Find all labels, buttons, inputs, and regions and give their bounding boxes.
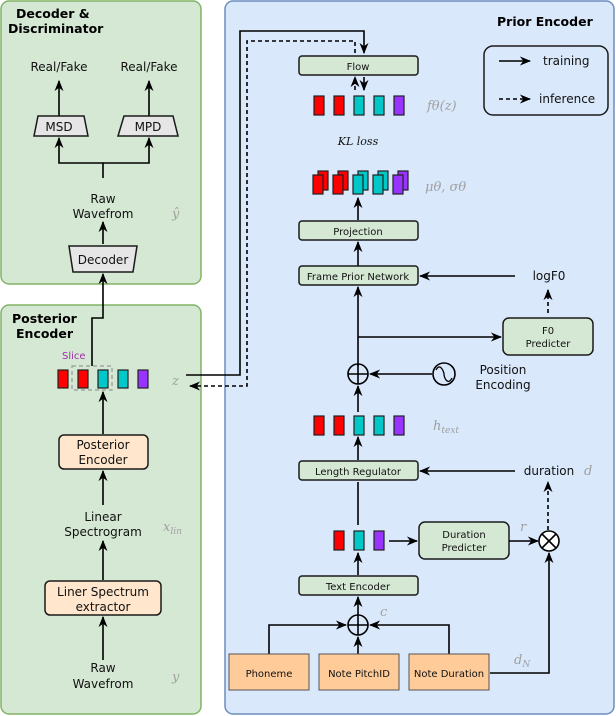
z-vec-5 bbox=[137, 369, 149, 389]
frame-prior-network-label: Frame Prior Network bbox=[307, 272, 409, 283]
posterior-panel-title-1: Posterior bbox=[12, 311, 78, 326]
decoder-panel-title-1: Decoder & bbox=[16, 6, 90, 21]
raw-waveform-out-2: Wavefrom bbox=[73, 207, 134, 221]
z-vec-1 bbox=[57, 369, 69, 389]
position-encoding-label-1: Position bbox=[480, 363, 527, 377]
raw-waveform-out-1: Raw bbox=[90, 192, 115, 206]
c-symbol: c bbox=[380, 605, 388, 620]
real-fake-msd-label: Real/Fake bbox=[31, 60, 88, 74]
raw-waveform-in-1: Raw bbox=[90, 661, 115, 675]
note-duration-label: Note Duration bbox=[414, 669, 484, 680]
duration-predicter-label-2: Predicter bbox=[442, 543, 488, 554]
extractor-label-1: Liner Spectrum bbox=[57, 585, 149, 599]
kl-loss-label: KL loss bbox=[337, 135, 379, 148]
r-symbol: r bbox=[520, 520, 527, 535]
posterior-panel-title-2: Encoder bbox=[16, 326, 74, 341]
duration-label: duration bbox=[524, 464, 575, 478]
decoder-panel-title-2: Discriminator bbox=[8, 21, 104, 36]
z-vec-3 bbox=[97, 369, 109, 389]
mu-sigma-vectors bbox=[312, 170, 409, 195]
note-pitchid-label: Note PitchID bbox=[328, 669, 390, 680]
f0-predicter-label-1: F0 bbox=[542, 326, 554, 337]
legend-inference: inference bbox=[539, 92, 595, 106]
prior-panel-title: Prior Encoder bbox=[497, 14, 594, 29]
slice-label: Slice bbox=[62, 351, 86, 362]
z-symbol: z bbox=[171, 374, 179, 389]
text-encoder-output-vectors bbox=[333, 530, 385, 551]
decoder-label: Decoder bbox=[78, 253, 129, 267]
decoder-discriminator-panel bbox=[0, 0, 202, 285]
logf0-label: logF0 bbox=[533, 269, 566, 283]
duration-predicter-label-1: Duration bbox=[442, 530, 485, 541]
legend-training: training bbox=[543, 54, 590, 68]
linear-spectrogram-1: Linear bbox=[84, 510, 121, 524]
position-encoding-label-2: Encoding bbox=[475, 378, 530, 392]
linear-spectrogram-2: Spectrogram bbox=[64, 525, 142, 539]
y-hat-symbol: ŷ bbox=[171, 207, 180, 222]
prior-encoder-panel bbox=[224, 0, 615, 715]
real-fake-mpd-label: Real/Fake bbox=[121, 60, 178, 74]
z-vec-4 bbox=[117, 369, 129, 389]
projection-label: Projection bbox=[333, 227, 382, 238]
flow-label: Flow bbox=[347, 62, 370, 73]
posterior-encoder-label-1: Posterior bbox=[76, 438, 129, 452]
architecture-diagram: Decoder & Discriminator Posterior Encode… bbox=[0, 0, 615, 715]
extractor-label-2: extractor bbox=[76, 600, 131, 614]
length-regulator-label: Length Regulator bbox=[315, 467, 402, 478]
raw-waveform-in-2: Wavefrom bbox=[73, 677, 134, 691]
y-symbol: y bbox=[171, 670, 180, 685]
mu-sigma-symbol: μθ, σθ bbox=[425, 180, 466, 195]
f0-predicter-label-2: Predicter bbox=[526, 339, 572, 350]
posterior-encoder-label-2: Encoder bbox=[78, 453, 127, 467]
mpd-label: MPD bbox=[135, 120, 162, 134]
d-symbol: d bbox=[584, 464, 592, 479]
text-encoder-label: Text Encoder bbox=[325, 582, 391, 593]
msd-label: MSD bbox=[45, 120, 72, 134]
phoneme-label: Phoneme bbox=[246, 669, 293, 680]
f-theta-symbol: fθ(z) bbox=[426, 99, 457, 114]
z-vec-2 bbox=[77, 369, 89, 389]
